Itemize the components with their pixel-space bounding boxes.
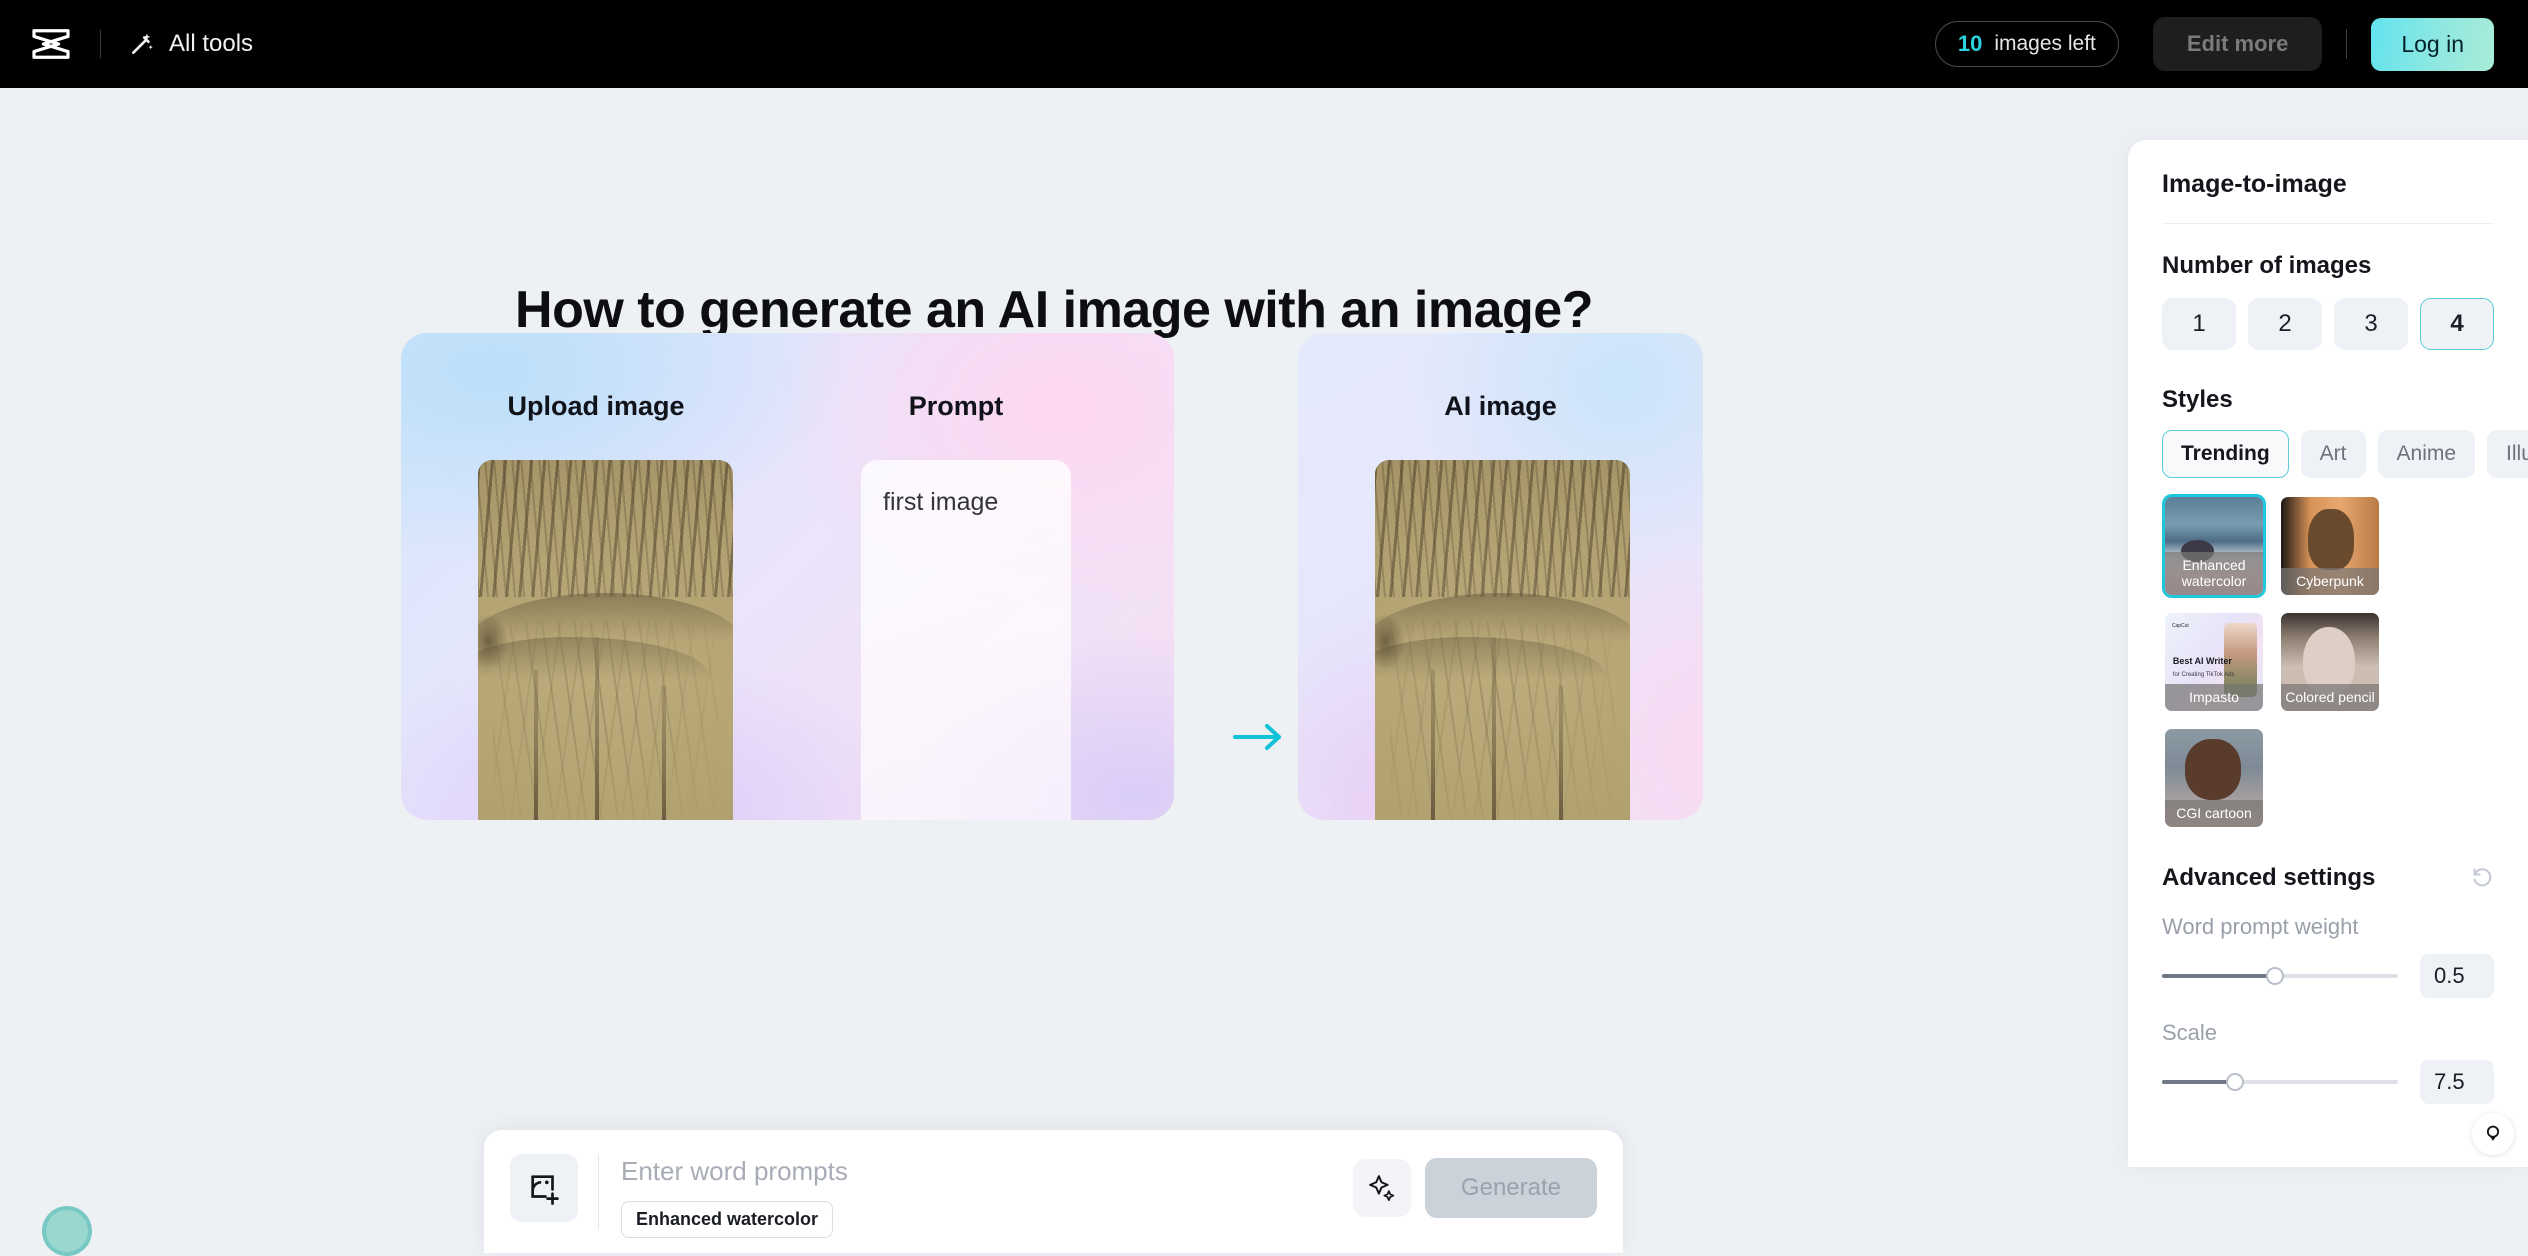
all-tools-menu[interactable]: All tools — [129, 30, 253, 58]
number-of-images-group: 1 2 3 4 — [2162, 298, 2494, 350]
prompt-label: Prompt — [908, 391, 1004, 421]
impasto-thumb-subline: for Creating TikTok Ads — [2172, 671, 2235, 678]
ai-image-label: AI image — [1444, 391, 1557, 421]
images-count-option-1[interactable]: 1 — [2162, 298, 2236, 350]
scale-label: Scale — [2162, 1020, 2218, 1045]
panel-title: Image-to-image — [2162, 170, 2347, 198]
header-right-actions: 10 images left Edit more Log in — [1934, 17, 2494, 71]
enhance-prompt-button[interactable] — [1352, 1159, 1411, 1217]
images-count-option-2[interactable]: 2 — [2248, 298, 2322, 350]
style-tab-trending[interactable]: Trending — [2162, 430, 2289, 478]
word-prompt-weight-label: Word prompt weight — [2162, 914, 2359, 939]
output-illustration-card: AI image — [1298, 333, 1703, 820]
styles-heading: Styles — [2162, 386, 2233, 413]
style-thumb-enhanced-watercolor[interactable]: Enhanced watercolor — [2162, 494, 2266, 598]
slider-fill — [2162, 1080, 2236, 1084]
capcut-logo-icon — [32, 29, 70, 59]
painting-wash-overlay — [1375, 460, 1630, 820]
advanced-settings-heading: Advanced settings — [2162, 864, 2376, 891]
slider-fill — [2162, 974, 2276, 978]
style-thumb-impasto[interactable]: CapCut Best AI Writer for Creating TikTo… — [2162, 610, 2266, 714]
magic-wand-icon — [132, 33, 153, 54]
style-tab-art[interactable]: Art — [2300, 430, 2366, 478]
capcut-logo-link[interactable] — [30, 27, 72, 61]
generate-button[interactable]: Generate — [1424, 1158, 1597, 1218]
top-header-bar: All tools 10 images left Edit more Log i… — [0, 0, 2528, 88]
help-button[interactable] — [2472, 1113, 2514, 1155]
all-tools-label: All tools — [169, 30, 254, 57]
selected-style-chip[interactable]: Enhanced watercolor — [621, 1201, 834, 1238]
page-title: How to generate an AI image with an imag… — [515, 281, 1593, 339]
word-prompt-weight-slider[interactable] — [2162, 967, 2398, 985]
word-prompt-weight-value[interactable]: 0.5 — [2420, 954, 2494, 998]
edit-more-button[interactable]: Edit more — [2152, 17, 2323, 71]
word-prompt-input[interactable]: Enter word prompts — [621, 1156, 1353, 1187]
style-tab-illustration[interactable]: Illustration — [2487, 430, 2528, 478]
uploaded-source-image[interactable] — [478, 460, 733, 820]
panel-divider — [2162, 223, 2494, 224]
generated-ai-image[interactable] — [1375, 460, 1630, 820]
composer-fields: Enter word prompts Enhanced watercolor — [621, 1154, 1353, 1238]
style-thumb-cgi-cartoon[interactable]: CGI cartoon — [2162, 726, 2266, 830]
images-count-option-4[interactable]: 4 — [2420, 298, 2494, 350]
slider-knob[interactable] — [2266, 967, 2285, 985]
style-tab-anime[interactable]: Anime — [2377, 430, 2476, 478]
impasto-thumb-logo: CapCut — [2171, 622, 2189, 629]
advanced-settings-header: Advanced settings — [2162, 864, 2494, 892]
reset-icon[interactable] — [2470, 866, 2494, 890]
header-divider — [100, 30, 101, 58]
style-thumb-label: Cyberpunk — [2281, 568, 2379, 595]
images-count-option-3[interactable]: 3 — [2334, 298, 2408, 350]
add-image-button[interactable] — [510, 1154, 578, 1222]
inputs-illustration-card: Upload image Prompt first image — [401, 333, 1174, 820]
settings-panel: Image-to-image Number of images 1 2 3 4 … — [2128, 140, 2528, 1167]
prompt-preview-text: first image — [883, 488, 999, 516]
composer-divider — [598, 1154, 599, 1230]
style-thumb-colored-pencil[interactable]: Colored pencil — [2278, 610, 2382, 714]
main-canvas: How to generate an AI image with an imag… — [0, 88, 2108, 1256]
images-left-count: 10 — [1957, 31, 1983, 56]
style-category-tabs: Trending Art Anime Illustration — [2162, 430, 2528, 478]
scale-value[interactable]: 7.5 — [2420, 1060, 2494, 1104]
header-action-divider — [2346, 29, 2348, 59]
number-of-images-heading: Number of images — [2162, 252, 2372, 279]
images-left-label: images left — [1994, 32, 2096, 55]
style-thumb-label: Enhanced watercolor — [2165, 552, 2263, 595]
style-thumb-label: Colored pencil — [2281, 684, 2379, 711]
word-prompt-weight-row: 0.5 — [2162, 954, 2494, 998]
prompt-composer-bar: Enter word prompts Enhanced watercolor G… — [484, 1130, 1623, 1253]
scale-slider[interactable] — [2162, 1073, 2398, 1091]
lightbulb-help-icon — [2486, 1125, 2500, 1141]
composer-actions: Generate — [1352, 1158, 1597, 1218]
slider-knob[interactable] — [2226, 1073, 2245, 1091]
painting-wash-overlay — [478, 460, 733, 820]
add-image-icon — [531, 1175, 559, 1205]
upload-image-label: Upload image — [507, 391, 685, 421]
floating-action-circle[interactable] — [42, 1206, 92, 1256]
style-thumb-label: CGI cartoon — [2165, 800, 2263, 827]
login-button[interactable]: Log in — [2371, 17, 2494, 71]
scale-row: 7.5 — [2162, 1060, 2494, 1104]
images-left-badge: 10 images left — [1934, 21, 2119, 67]
style-thumb-label: Impasto — [2165, 684, 2263, 711]
sparkle-icon — [1369, 1175, 1395, 1201]
arrow-right-icon — [1233, 724, 1281, 750]
impasto-thumb-headline: Best AI Writer — [2172, 656, 2232, 667]
prompt-preview-pane: first image — [861, 460, 1071, 820]
style-thumb-cyberpunk[interactable]: Cyberpunk — [2278, 494, 2382, 598]
style-thumbnail-grid: Enhanced watercolor Cyberpunk CapCut Bes… — [2162, 494, 2494, 830]
